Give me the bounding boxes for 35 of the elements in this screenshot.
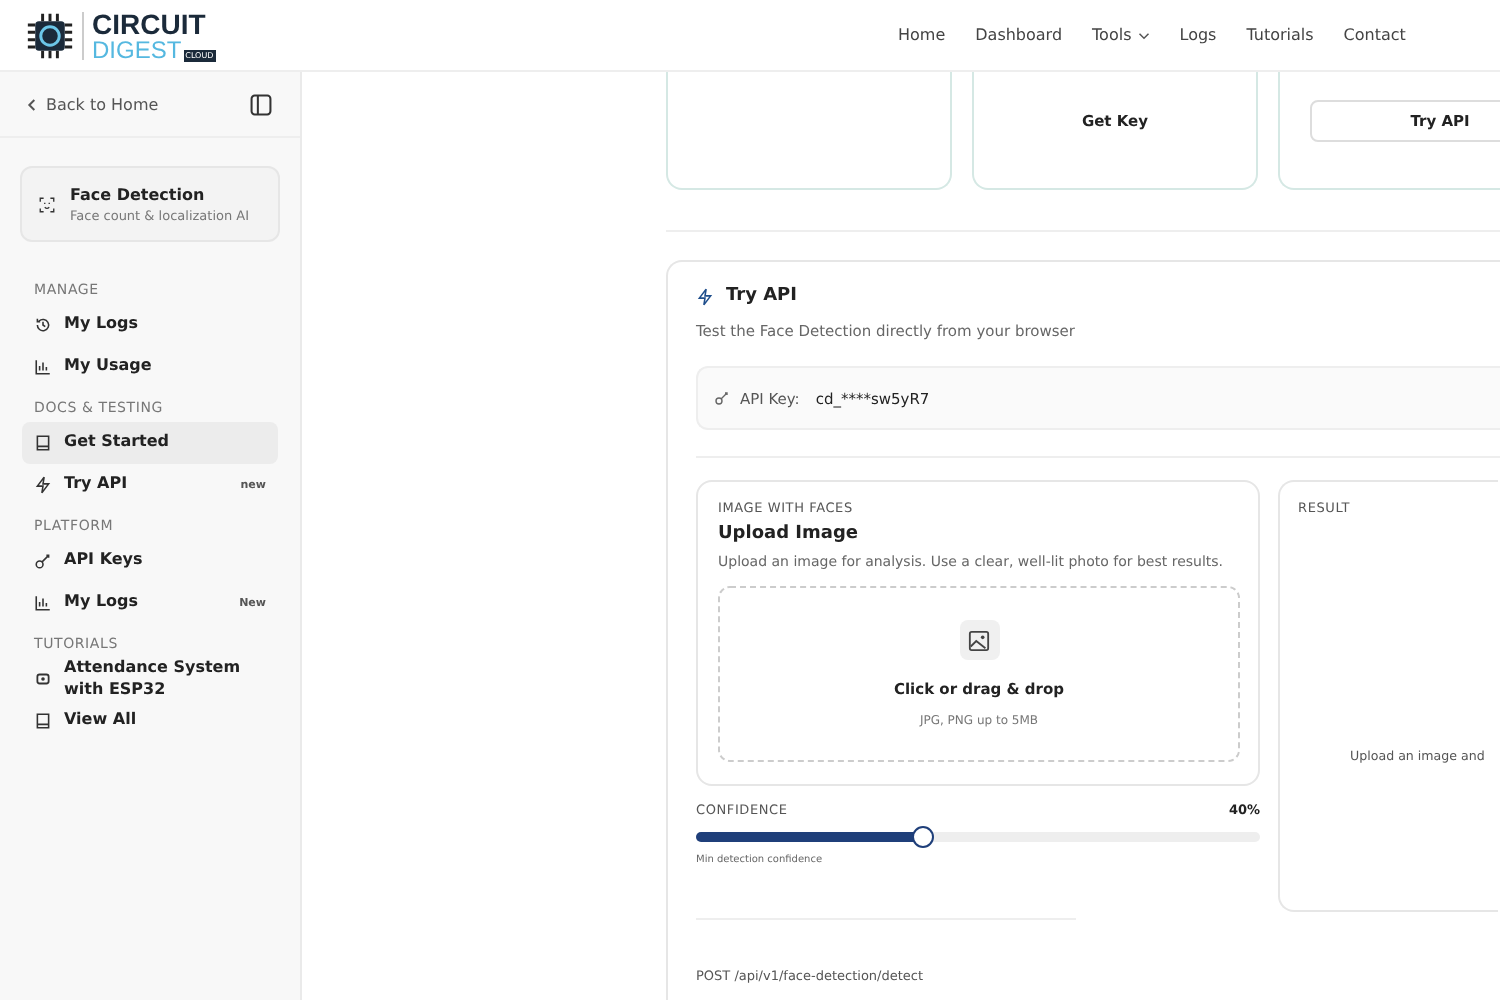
sidebar-item[interactable]: My Usage <box>22 346 278 388</box>
nav-link[interactable]: Tutorials <box>1246 26 1314 44</box>
chevron-left-icon <box>26 97 36 111</box>
key-icon <box>714 390 730 406</box>
face-scan-icon <box>38 195 56 213</box>
sidebar-item[interactable]: My Logs <box>22 304 278 346</box>
nav-link[interactable]: Home <box>898 26 946 44</box>
sidebar-item[interactable]: API Keys <box>22 540 278 582</box>
nav-link[interactable]: Tools <box>1092 26 1150 44</box>
sidebar-item[interactable]: View All <box>22 700 278 742</box>
chip-icon <box>34 670 52 688</box>
history-icon <box>34 316 52 334</box>
nav-link[interactable]: Contact <box>1343 26 1406 44</box>
logo-text: DIGEST <box>92 37 182 61</box>
sidebar-item[interactable]: Attendance System with ESP32 <box>22 658 278 700</box>
sidebar-item[interactable]: Get Started <box>22 422 278 464</box>
back-link[interactable]: Back to Home <box>26 95 159 113</box>
lightning-icon <box>696 287 714 305</box>
nav-link[interactable]: Dashboard <box>975 26 1063 44</box>
chart-icon <box>34 358 52 376</box>
tool-title: Face Detection <box>70 185 207 203</box>
book-icon <box>34 712 52 730</box>
confidence-slider[interactable] <box>696 832 1260 842</box>
key-icon <box>34 552 52 570</box>
logo-text: CIRCUIT <box>92 9 208 37</box>
chart-icon <box>34 594 52 612</box>
panel-title: Try API <box>726 286 797 306</box>
image-icon <box>959 620 999 660</box>
sidebar-toggle-icon[interactable] <box>250 93 272 115</box>
book-icon <box>34 434 52 452</box>
nav-link[interactable]: Logs <box>1179 26 1217 44</box>
chip-logo-icon <box>26 11 84 59</box>
upload-title: Upload Image <box>718 524 861 544</box>
caret-icon <box>1137 31 1150 39</box>
lightning-icon <box>34 476 52 494</box>
